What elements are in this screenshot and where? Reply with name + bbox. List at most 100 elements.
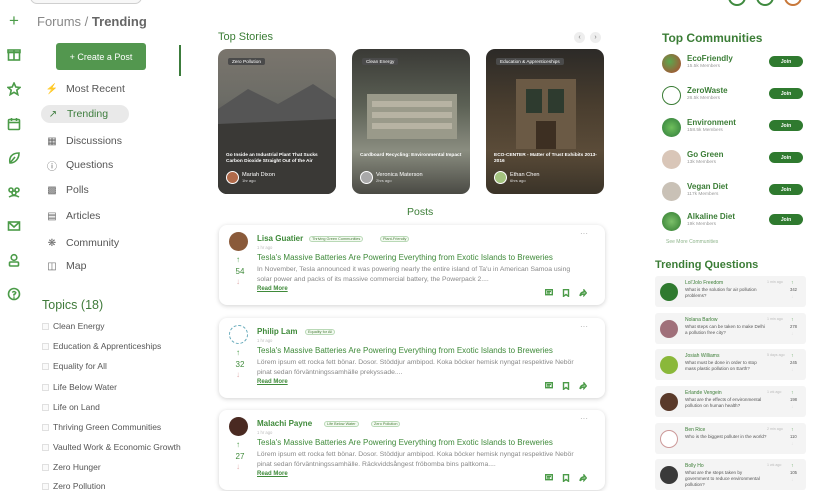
question-author[interactable]: Nolana Barlow	[685, 317, 718, 323]
upvote-icon[interactable]: ↑	[791, 353, 794, 359]
nav-map[interactable]: ◫ Map	[45, 257, 86, 275]
share-icon[interactable]	[579, 474, 587, 482]
community-name[interactable]: Go Green	[687, 150, 723, 159]
avatar[interactable]	[229, 417, 248, 436]
question-author[interactable]: Erlande Vengein	[685, 390, 722, 396]
question-text[interactable]: What is the solution for air pollution p…	[685, 287, 767, 299]
question-item[interactable]: Ben Rice 2 min ago Who is the biggest poll…	[655, 423, 806, 454]
question-text[interactable]: What are the effects of environmental po…	[685, 397, 767, 409]
join-button[interactable]: Join	[769, 214, 803, 225]
notification-icon[interactable]	[728, 0, 746, 6]
nav-questions[interactable]: ⓘ Questions	[45, 156, 113, 174]
topic-item[interactable]: Equality for All	[42, 361, 107, 371]
join-button[interactable]: Join	[769, 184, 803, 195]
checkbox[interactable]	[42, 463, 49, 471]
upvote-icon[interactable]: ↑	[791, 390, 794, 396]
question-text[interactable]: Who is the biggest polluter in the world…	[685, 434, 767, 440]
more-options-icon[interactable]: ···	[580, 414, 588, 423]
share-icon[interactable]	[579, 289, 587, 297]
community-name[interactable]: Environment	[687, 118, 736, 127]
question-author[interactable]: Josiah Williams	[685, 353, 719, 359]
bookmark-icon[interactable]	[562, 289, 570, 297]
see-more-communities-link[interactable]: See More Communities	[666, 239, 718, 245]
post-title[interactable]: Tesla's Massive Batteries Are Powering E…	[257, 253, 553, 262]
search-input[interactable]	[30, 0, 142, 4]
bookmark-icon[interactable]	[562, 474, 570, 482]
question-text[interactable]: What are the steps taken by government t…	[685, 470, 767, 488]
join-button[interactable]: Join	[769, 88, 803, 99]
comment-icon[interactable]	[545, 474, 553, 482]
post-tag[interactable]: Life Below Water	[324, 421, 359, 427]
comment-icon[interactable]	[545, 289, 553, 297]
bookmark-icon[interactable]	[562, 382, 570, 390]
topic-item[interactable]: Zero Pollution	[42, 481, 105, 491]
nav-trending[interactable]: ↗ Trending	[41, 105, 129, 123]
question-item[interactable]: Erlande Vengein 1 wk ago What are the effe…	[655, 386, 806, 417]
question-text[interactable]: What steps can be taken to make Delhi a …	[685, 324, 767, 336]
checkbox[interactable]	[42, 482, 49, 490]
nav-discussions[interactable]: ▦ Discussions	[45, 132, 122, 150]
checkbox[interactable]	[42, 362, 49, 370]
story-title[interactable]: Go Inside an Industrial Plant That Sucks…	[226, 153, 330, 165]
post-title[interactable]: Tesla's Massive Batteries Are Powering E…	[257, 438, 553, 447]
question-item[interactable]: Bolly Ho 1 wk ago What are the steps taken…	[655, 459, 806, 490]
mail-icon[interactable]	[6, 218, 22, 234]
question-author[interactable]: Bolly Ho	[685, 463, 704, 469]
story-title[interactable]: ECO-CENTER - Matter of Trust Exhibits 20…	[494, 153, 598, 165]
story-tag[interactable]: Clean Energy	[362, 58, 399, 65]
topic-item[interactable]: Education & Apprenticeships	[42, 341, 161, 351]
nav-articles[interactable]: ▤ Articles	[45, 207, 100, 225]
downvote-icon[interactable]: ↓	[791, 441, 794, 447]
more-options-icon[interactable]: ···	[580, 322, 588, 331]
share-icon[interactable]	[579, 382, 587, 390]
question-item[interactable]: Lol'Jolo Freedom 1 min ago What is the sol…	[655, 276, 806, 307]
upvote-icon[interactable]: ↑	[236, 255, 240, 264]
story-tag[interactable]: Zero Pollution	[228, 58, 265, 65]
upvote-icon[interactable]: ↑	[791, 317, 794, 323]
next-arrow-icon[interactable]: ›	[590, 32, 601, 43]
more-options-icon[interactable]: ···	[580, 229, 588, 238]
avatar[interactable]	[229, 232, 248, 251]
checkbox[interactable]	[42, 403, 49, 411]
upvote-icon[interactable]: ↑	[791, 463, 794, 469]
topic-item[interactable]: Life on Land	[42, 402, 100, 412]
downvote-icon[interactable]: ↓	[236, 370, 240, 379]
user-icon[interactable]	[6, 252, 22, 268]
community-item[interactable]: Alkaline Diet 19k Members Join	[662, 210, 803, 232]
downvote-icon[interactable]: ↓	[236, 277, 240, 286]
downvote-icon[interactable]: ↓	[791, 367, 794, 373]
post-author[interactable]: Philip Lam	[257, 327, 297, 336]
breadcrumb-root[interactable]: Forums	[37, 14, 81, 29]
downvote-icon[interactable]: ↓	[236, 462, 240, 471]
topic-item[interactable]: Thriving Green Communities	[42, 422, 161, 432]
community-item[interactable]: ZeroWaste 26.5k Members Join	[662, 84, 803, 106]
upvote-icon[interactable]: ↑	[236, 440, 240, 449]
upvote-icon[interactable]: ↑	[791, 427, 794, 433]
community-name[interactable]: Vegan Diet	[687, 182, 728, 191]
downvote-icon[interactable]: ↓	[791, 477, 794, 483]
gift-icon[interactable]	[6, 46, 22, 62]
post-author[interactable]: Malachi Payne	[257, 419, 312, 428]
group-icon[interactable]	[6, 184, 22, 200]
post-title[interactable]: Tesla's Massive Batteries Are Powering E…	[257, 346, 553, 355]
avatar[interactable]	[229, 325, 248, 344]
read-more-link[interactable]: Read More	[257, 379, 288, 385]
community-item[interactable]: Environment 158.5k Members Join	[662, 116, 803, 138]
topic-item[interactable]: Vaulted Work & Economic Growth	[42, 442, 181, 452]
message-icon[interactable]	[756, 0, 774, 6]
downvote-icon[interactable]: ↓	[791, 404, 794, 410]
avatar[interactable]	[784, 0, 802, 6]
plus-icon[interactable]: +	[6, 11, 22, 30]
topic-item[interactable]: Zero Hunger	[42, 462, 101, 472]
upvote-icon[interactable]: ↑	[791, 280, 794, 286]
community-item[interactable]: EcoFriendly 15.5k Members Join	[662, 52, 803, 74]
question-text[interactable]: What must be done in order to stop mass …	[685, 360, 767, 372]
question-item[interactable]: Nolana Barlow 1 min ago What steps can be …	[655, 313, 806, 344]
prev-arrow-icon[interactable]: ‹	[574, 32, 585, 43]
create-post-button[interactable]: + Create a Post	[56, 43, 146, 70]
post-author[interactable]: Lisa Guatier	[257, 234, 303, 243]
help-icon[interactable]	[6, 286, 22, 302]
post-tag[interactable]: Equality for All	[305, 329, 336, 335]
star-icon[interactable]	[6, 81, 22, 97]
story-tag[interactable]: Education & Apprenticeships	[496, 58, 564, 65]
